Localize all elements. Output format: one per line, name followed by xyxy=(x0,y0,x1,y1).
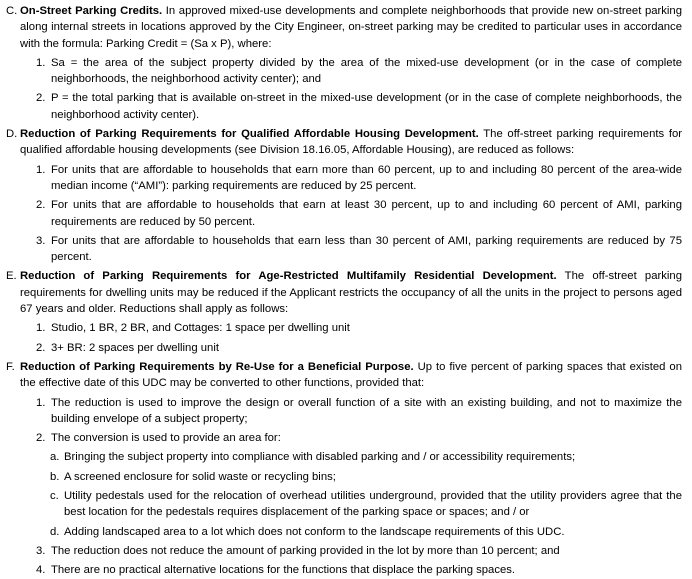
item-label: 2. xyxy=(36,92,46,105)
subitem-text: A screened enclosure for solid waste or … xyxy=(64,470,336,483)
item-text: The conversion is used to provide an are… xyxy=(51,432,281,445)
subitem-text: Adding landscaped area to a lot which do… xyxy=(64,525,565,538)
subitem-text: Utility pedestals used for the relocatio… xyxy=(64,490,682,519)
subitem-label: a. xyxy=(50,451,60,464)
list-item: 3. The reduction does not reduce the amo… xyxy=(20,543,682,559)
item-label: 3. xyxy=(36,234,46,247)
subitem-label: c. xyxy=(50,490,59,503)
list-item: 2. 3+ BR: 2 spaces per dwelling unit xyxy=(20,340,682,356)
item-text: The reduction does not reduce the amount… xyxy=(51,544,560,557)
section-title: Reduction of Parking Requirements for Qu… xyxy=(20,128,479,141)
subitem-label: d. xyxy=(50,525,60,538)
item-text: P = the total parking that is available … xyxy=(51,92,682,121)
item-text: There are no practical alternative locat… xyxy=(51,564,516,577)
list-item: 1. The reduction is used to improve the … xyxy=(20,395,682,428)
sub-list-item: d. Adding landscaped area to a lot which… xyxy=(20,524,682,540)
section-label: C. xyxy=(6,5,18,17)
sub-list-item: c. Utility pedestals used for the reloca… xyxy=(20,488,682,521)
document-page: C. On-Street Parking Credits. In approve… xyxy=(0,0,692,576)
section-d: D. Reduction of Parking Requirements for… xyxy=(6,126,682,265)
list-item: 2. P = the total parking that is availab… xyxy=(20,90,682,123)
list-item: 1. Studio, 1 BR, 2 BR, and Cottages: 1 s… xyxy=(20,320,682,336)
section-label: E. xyxy=(6,270,17,283)
section-c: C. On-Street Parking Credits. In approve… xyxy=(6,3,682,123)
item-label: 2. xyxy=(36,432,46,445)
subitem-text: Bringing the subject property into compl… xyxy=(64,451,576,464)
item-text: 3+ BR: 2 spaces per dwelling unit xyxy=(51,341,219,354)
item-label: 3. xyxy=(36,544,46,557)
sub-list-item: a. Bringing the subject property into co… xyxy=(20,449,682,465)
item-text: The reduction is used to improve the des… xyxy=(51,396,682,425)
subitem-label: b. xyxy=(50,470,60,483)
item-text: For units that are affordable to househo… xyxy=(51,234,682,264)
item-label: 1. xyxy=(36,322,46,335)
item-label: 1. xyxy=(36,396,46,409)
section-title: On-Street Parking Credits. xyxy=(20,5,163,17)
list-item: 3. For units that are affordable to hous… xyxy=(20,233,682,266)
list-item: 1. Sa = the area of the subject property… xyxy=(20,55,682,88)
section-label: D. xyxy=(6,128,18,141)
sub-list-item: b. A screened enclosure for solid waste … xyxy=(20,469,682,485)
section-f: F. Reduction of Parking Requirements by … xyxy=(6,359,682,579)
item-label: 1. xyxy=(36,56,46,69)
item-label: 2. xyxy=(36,341,46,354)
list-item: 2. The conversion is used to provide an … xyxy=(20,430,682,446)
section-title: Reduction of Parking Requirements for Ag… xyxy=(20,270,557,283)
list-item: 2. For units that are affordable to hous… xyxy=(20,197,682,230)
item-label: 1. xyxy=(36,163,46,176)
section-label: F. xyxy=(6,360,15,373)
item-text: For units that are affordable to househo… xyxy=(51,199,682,228)
item-label: 2. xyxy=(36,199,46,212)
section-e: E. Reduction of Parking Requirements for… xyxy=(6,268,682,355)
item-label: 4. xyxy=(36,564,46,577)
item-text: Studio, 1 BR, 2 BR, and Cottages: 1 spac… xyxy=(51,322,350,335)
list-item: 1. For units that are affordable to hous… xyxy=(20,162,682,195)
item-text: Sa = the area of the subject property di… xyxy=(51,56,682,86)
item-text: For units that are affordable to househo… xyxy=(51,163,682,192)
section-title: Reduction of Parking Requirements by Re-… xyxy=(20,360,414,373)
list-item: 4. There are no practical alternative lo… xyxy=(20,562,682,578)
